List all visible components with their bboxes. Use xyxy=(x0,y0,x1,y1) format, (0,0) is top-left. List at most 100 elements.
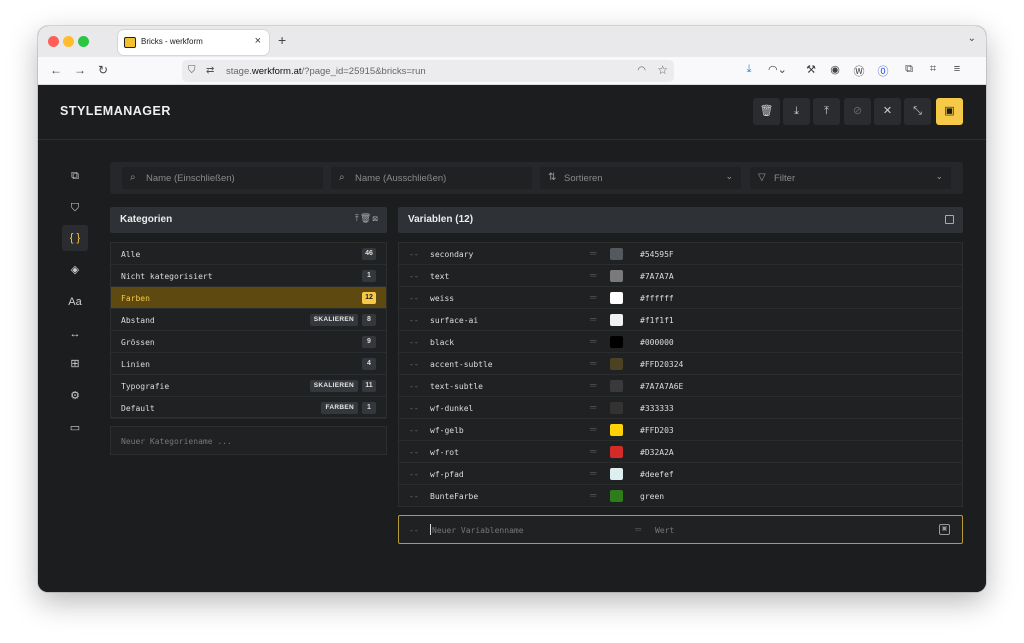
color-swatch[interactable] xyxy=(610,358,623,370)
upload-button[interactable]: ⤒ xyxy=(813,98,840,125)
variable-value[interactable]: #f1f1f1 xyxy=(640,316,674,325)
variable-name[interactable]: wf-rot xyxy=(430,448,459,457)
browser-tab[interactable]: Bricks - werkform × xyxy=(118,30,269,55)
save-button[interactable]: ▣ xyxy=(936,98,963,125)
variable-name[interactable]: text xyxy=(430,272,449,281)
shield-icon[interactable]: ⛉ xyxy=(188,65,196,76)
typography-icon[interactable]: Aa xyxy=(62,289,88,315)
url-text[interactable]: stage.werkform.at/?page_id=25915&bricks=… xyxy=(226,66,426,77)
variable-value[interactable]: #D32A2A xyxy=(640,448,674,457)
color-swatch[interactable] xyxy=(610,402,623,414)
address-bar[interactable]: ⛉ ⇄ stage.werkform.at/?page_id=25915&bri… xyxy=(182,60,674,82)
variable-row[interactable]: -- BunteFarbe ═ green xyxy=(399,485,962,507)
variable-name[interactable]: secondary xyxy=(430,250,473,259)
hide-button[interactable]: ⊘ xyxy=(844,98,871,125)
category-row[interactable]: Nicht kategorisiert 1 xyxy=(111,265,386,287)
variable-row[interactable]: -- wf-dunkel ═ #333333 xyxy=(399,397,962,419)
new-variable-input[interactable]: -- Neuer Variablenname ═ Wert ▣ xyxy=(398,515,963,544)
variable-value[interactable]: #deefef xyxy=(640,470,674,479)
variable-row[interactable]: -- weiss ═ #ffffff xyxy=(399,287,962,309)
sync-icon[interactable]: ◠⌄ xyxy=(768,63,787,76)
select-all-checkbox[interactable] xyxy=(945,215,954,224)
tab-close-icon[interactable]: × xyxy=(255,35,261,47)
variable-row[interactable]: -- wf-pfad ═ #deefef xyxy=(399,463,962,485)
category-row[interactable]: Default FARBEN 1 xyxy=(111,397,386,419)
delete-button[interactable]: 🗑 xyxy=(753,98,780,125)
wrench-icon[interactable]: ⚒ xyxy=(804,63,818,76)
filter-select[interactable]: ▽ Filter ⌄ xyxy=(750,167,951,189)
color-swatch[interactable] xyxy=(610,248,623,260)
color-swatch[interactable] xyxy=(610,380,623,392)
extensions-icon[interactable]: ⧉ xyxy=(902,63,916,76)
variable-row[interactable]: -- wf-gelb ═ #FFD203 xyxy=(399,419,962,441)
exclude-search-input[interactable]: ⌕ Name (Ausschließen) xyxy=(331,167,532,189)
variable-name[interactable]: weiss xyxy=(430,294,454,303)
account-icon[interactable]: ◉ xyxy=(828,63,842,76)
variable-name[interactable]: black xyxy=(430,338,454,347)
forward-arrow-icon[interactable]: → xyxy=(74,63,86,77)
variable-value[interactable]: #ffffff xyxy=(640,294,674,303)
back-arrow-icon[interactable]: ← xyxy=(50,63,62,77)
spacing-icon[interactable]: ↔ xyxy=(62,321,88,347)
category-row[interactable]: Alle 46 xyxy=(111,243,386,265)
category-row[interactable]: Farben 12 xyxy=(111,287,386,309)
category-row[interactable]: Abstand SKALIEREN 8 xyxy=(111,309,386,331)
close-box-icon[interactable]: ⊠ xyxy=(372,213,379,223)
color-swatch[interactable] xyxy=(610,490,623,502)
variable-name[interactable]: wf-pfad xyxy=(430,470,464,479)
bookmark-star-icon[interactable]: ☆ xyxy=(657,63,668,77)
color-swatch[interactable] xyxy=(610,314,623,326)
downloads-icon[interactable]: ⤓ xyxy=(742,63,756,76)
variable-row[interactable]: -- surface-ai ═ #f1f1f1 xyxy=(399,309,962,331)
variable-row[interactable]: -- black ═ #000000 xyxy=(399,331,962,353)
color-swatch[interactable] xyxy=(610,424,623,436)
variable-name[interactable]: accent-subtle xyxy=(430,360,493,369)
maximize-window-button[interactable] xyxy=(78,36,89,47)
variable-row[interactable]: -- wf-rot ═ #D32A2A xyxy=(399,441,962,463)
variable-row[interactable]: -- text-subtle ═ #7A7A7A6E xyxy=(399,375,962,397)
color-swatch[interactable] xyxy=(610,468,623,480)
wordpress-icon[interactable]: Ⓦ xyxy=(852,63,866,79)
reader-view-icon[interactable]: ◠ xyxy=(637,65,646,76)
variable-value[interactable]: #FFD20324 xyxy=(640,360,683,369)
variable-name[interactable]: text-subtle xyxy=(430,382,483,391)
permissions-icon[interactable]: ⇄ xyxy=(206,65,214,76)
variable-value[interactable]: #000000 xyxy=(640,338,674,347)
save-variable-icon[interactable]: ▣ xyxy=(939,524,950,535)
include-search-input[interactable]: ⌕ Name (Einschließen) xyxy=(122,167,323,189)
classes-icon[interactable]: ⧉ xyxy=(62,163,88,189)
variable-row[interactable]: -- secondary ═ #54595F xyxy=(399,243,962,265)
grid-icon[interactable]: ⊞ xyxy=(62,351,88,377)
crop-icon[interactable]: ⌗ xyxy=(926,63,940,76)
new-category-input[interactable]: Neuer Kategoriename ... xyxy=(110,426,387,455)
category-actions[interactable]: ⤒🗑⊠ xyxy=(355,213,379,224)
color-swatch[interactable] xyxy=(610,270,623,282)
variable-value[interactable]: #7A7A7A xyxy=(640,272,674,281)
new-variable-name-placeholder[interactable]: Neuer Variablenname xyxy=(432,526,524,535)
variable-value[interactable]: #333333 xyxy=(640,404,674,413)
variable-row[interactable]: -- text ═ #7A7A7A xyxy=(399,265,962,287)
download-button[interactable]: ⤓ xyxy=(783,98,810,125)
menu-icon[interactable]: ≡ xyxy=(950,63,964,75)
trash-icon[interactable]: 🗑 xyxy=(360,213,372,223)
settings-icon[interactable]: ⚙ xyxy=(62,383,88,409)
minimize-window-button[interactable] xyxy=(63,36,74,47)
color-swatch[interactable] xyxy=(610,336,623,348)
password-manager-icon[interactable]: ⓪ xyxy=(876,63,890,79)
close-button[interactable]: ✕ xyxy=(874,98,901,125)
variable-value[interactable]: #7A7A7A6E xyxy=(640,382,683,391)
tab-list-chevron-icon[interactable]: ⌄ xyxy=(968,33,976,44)
color-icon[interactable]: ◈ xyxy=(62,257,88,283)
close-window-button[interactable] xyxy=(48,36,59,47)
css-icon[interactable]: ⛉ xyxy=(62,195,88,221)
reload-icon[interactable]: ↻ xyxy=(98,63,108,77)
category-row[interactable]: Typografie SKALIEREN 11 xyxy=(111,375,386,397)
variable-name[interactable]: wf-dunkel xyxy=(430,404,473,413)
color-swatch[interactable] xyxy=(610,446,623,458)
variable-name[interactable]: BunteFarbe xyxy=(430,492,478,501)
new-tab-button[interactable]: + xyxy=(278,32,286,48)
variable-row[interactable]: -- accent-subtle ═ #FFD20324 xyxy=(399,353,962,375)
category-row[interactable]: Linien 4 xyxy=(111,353,386,375)
variables-icon[interactable]: { } xyxy=(62,225,88,251)
variable-name[interactable]: wf-gelb xyxy=(430,426,464,435)
